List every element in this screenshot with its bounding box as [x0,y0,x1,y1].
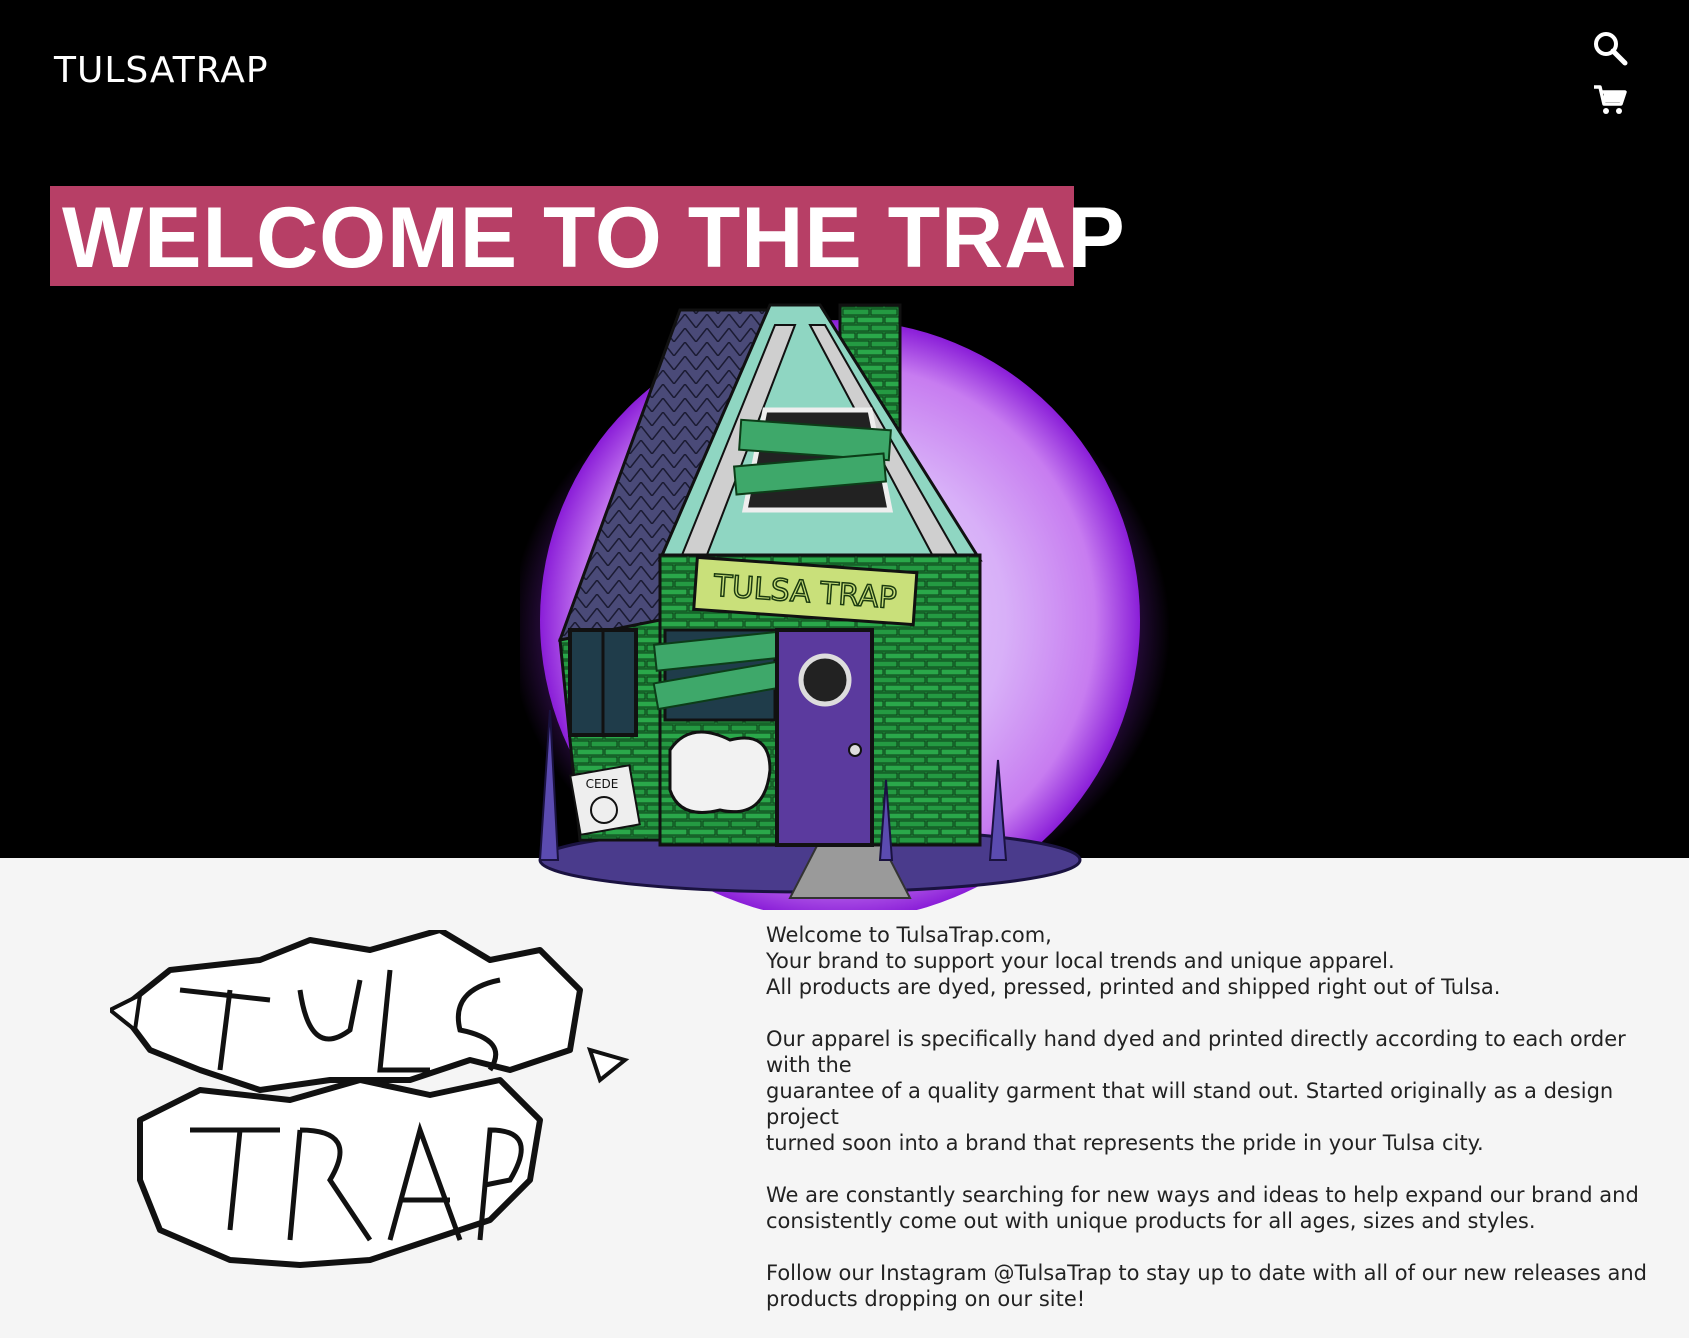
about-line: Our apparel is specifically hand dyed an… [766,1027,1626,1077]
about-paragraph: Our apparel is specifically hand dyed an… [766,1026,1676,1156]
trap-house-illustration: TULSA TRAP CEDE [520,303,1170,910]
about-paragraph: We are constantly searching for new ways… [766,1182,1676,1234]
cede-sticker: CEDE [569,764,641,836]
about-line: Your brand to support your local trends … [766,949,1395,973]
search-button[interactable] [1588,26,1632,70]
welcome-banner: WELCOME TO THE TRAP [50,186,1125,286]
about-line: Welcome to TulsaTrap.com, [766,923,1052,947]
about-line: All products are dyed, pressed, printed … [766,975,1501,999]
search-icon [1594,32,1628,66]
cart-icon [1594,85,1627,114]
brand-logo-link[interactable]: TULSATRAP [54,50,269,91]
about-text: Welcome to TulsaTrap.com, Your brand to … [766,922,1676,1338]
svg-text:CEDE: CEDE [586,777,619,791]
tulsatrap-graffiti-logo [110,930,630,1268]
cart-button[interactable] [1588,78,1632,122]
about-line: turned soon into a brand that represents… [766,1131,1484,1155]
about-paragraph: Follow our Instagram @TulsaTrap to stay … [766,1260,1676,1312]
about-line: Follow our Instagram @TulsaTrap to stay … [766,1261,1647,1285]
about-paragraph: Welcome to TulsaTrap.com, Your brand to … [766,922,1676,1000]
about-line: consistently come out with unique produc… [766,1209,1536,1233]
about-line: products dropping on our site! [766,1287,1086,1311]
banner-title: WELCOME TO THE TRAP [62,190,1126,286]
about-line: guarantee of a quality garment that will… [766,1079,1614,1129]
about-line: We are constantly searching for new ways… [766,1183,1639,1207]
